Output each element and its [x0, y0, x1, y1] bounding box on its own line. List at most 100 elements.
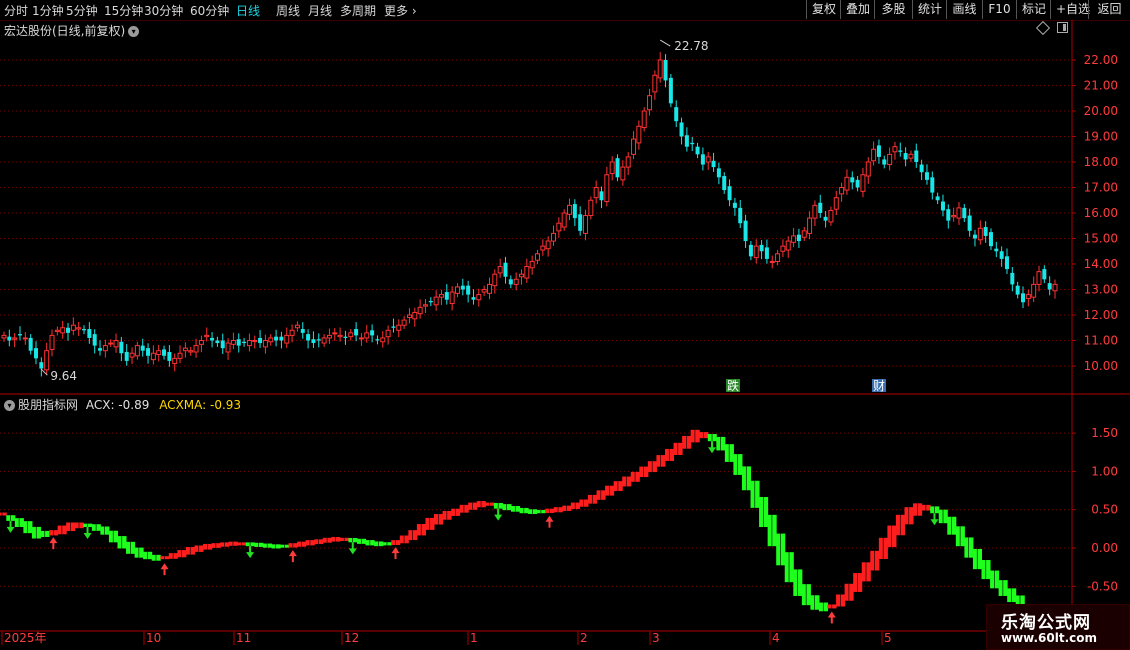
candle-body [732, 202, 737, 208]
candle-body [162, 349, 167, 356]
candle-body [946, 209, 951, 221]
buy-arrow-head [49, 537, 58, 544]
candle-body [433, 296, 439, 306]
candle-body [743, 220, 748, 242]
candle-body [215, 340, 220, 344]
chevron-down-icon[interactable]: ▾ [128, 26, 140, 37]
candle-body [775, 253, 781, 262]
indicator-tick-label: -0.50 [1087, 579, 1118, 593]
candle-body [172, 357, 178, 364]
candle-body [236, 339, 241, 346]
candle-body [668, 77, 673, 104]
candle-body [556, 222, 562, 232]
candle-body [807, 217, 813, 234]
candle-body [898, 150, 903, 152]
sell-arrow-head [83, 533, 92, 540]
price-tick-label: 15.00 [1084, 232, 1118, 246]
candle-body [1015, 285, 1020, 295]
candle-body [801, 230, 807, 238]
candle-body [284, 334, 290, 344]
candle-body [460, 285, 465, 290]
low-price-label: 9.64 [50, 369, 77, 383]
candle-body [972, 234, 977, 239]
candle-body [44, 350, 50, 371]
buy-arrow-head [827, 611, 836, 618]
panel-toggle-icon[interactable] [1057, 22, 1068, 33]
candle-body [977, 227, 983, 241]
candle-body [210, 337, 215, 341]
candle-body [956, 207, 962, 219]
time-tick-label: 2 [580, 631, 588, 645]
candle-body [406, 314, 412, 319]
time-tick-label: 4 [772, 631, 780, 645]
price-tick-label: 21.00 [1084, 79, 1118, 93]
chevron-down-icon[interactable]: ▾ [4, 400, 15, 411]
time-tick-label: 10 [146, 631, 161, 645]
time-tick-label: 1 [470, 631, 478, 645]
candle-body [914, 150, 919, 162]
candle-body [657, 59, 663, 79]
candle-body [258, 337, 263, 344]
candle-body [844, 176, 850, 191]
candle-body [828, 209, 834, 223]
candle-body [7, 336, 12, 341]
candle-body [919, 164, 924, 173]
indicator-tick-label: 0.50 [1091, 503, 1118, 517]
candle-body [1020, 293, 1025, 303]
candle-body [924, 172, 929, 180]
candle-body [444, 292, 449, 300]
candle-body [625, 156, 631, 168]
candle-body [1025, 294, 1031, 299]
main-chart-title[interactable]: 宏达股份(日线,前复权) ▾ [4, 22, 140, 39]
candle-body [124, 351, 129, 361]
candle-body [108, 342, 114, 345]
candle-body [711, 160, 716, 168]
candle-body [321, 337, 327, 344]
watermark-url: www.60lt.com [1001, 631, 1098, 645]
candle-body [385, 329, 391, 338]
candle-body [695, 146, 700, 155]
candle-body [337, 334, 343, 338]
price-tick-label: 11.00 [1084, 334, 1118, 348]
candle-body [348, 332, 354, 338]
candle-body [497, 266, 503, 274]
indicator-tick-label: 1.50 [1091, 426, 1118, 440]
chart-canvas[interactable]: 22.0021.0020.0019.0018.0017.0016.0015.00… [0, 0, 1130, 650]
candle-body [454, 286, 460, 294]
price-tick-label: 13.00 [1084, 283, 1118, 297]
indicator-title[interactable]: ▾ 股朋指标网 ACX: -0.89 ACXMA: -0.93 [4, 396, 241, 413]
candle-body [769, 260, 775, 263]
candle-body [1004, 256, 1009, 270]
sell-arrow-head [246, 552, 255, 559]
candle-body [951, 215, 957, 218]
candle-body [508, 279, 513, 285]
candle-body [663, 60, 668, 81]
candle-body [92, 334, 97, 346]
candle-body [540, 245, 546, 251]
candle-body [156, 350, 162, 356]
candle-body [903, 153, 908, 160]
candle-body [796, 234, 801, 242]
candle-body [908, 153, 914, 159]
candle-body [412, 311, 418, 320]
candle-body [1042, 269, 1047, 280]
candle-body [882, 159, 887, 165]
candle-body [615, 158, 620, 178]
price-tick-label: 14.00 [1084, 257, 1118, 271]
candle-body [177, 352, 183, 359]
candle-body [98, 348, 103, 351]
candle-body [1, 334, 7, 339]
candle-body [306, 334, 311, 341]
candle-body [182, 347, 188, 352]
indicator-tick-label: 1.00 [1091, 464, 1118, 478]
acx-value: ACX: -0.89 [85, 398, 150, 412]
candle-body [823, 216, 828, 221]
candle-body [551, 232, 557, 242]
candle-body [428, 300, 433, 303]
candle-body [892, 146, 898, 153]
candle-body [466, 285, 471, 295]
candle-body [572, 204, 577, 219]
candle-body [833, 197, 839, 210]
price-tick-label: 12.00 [1084, 308, 1118, 322]
candle-body [812, 204, 818, 219]
